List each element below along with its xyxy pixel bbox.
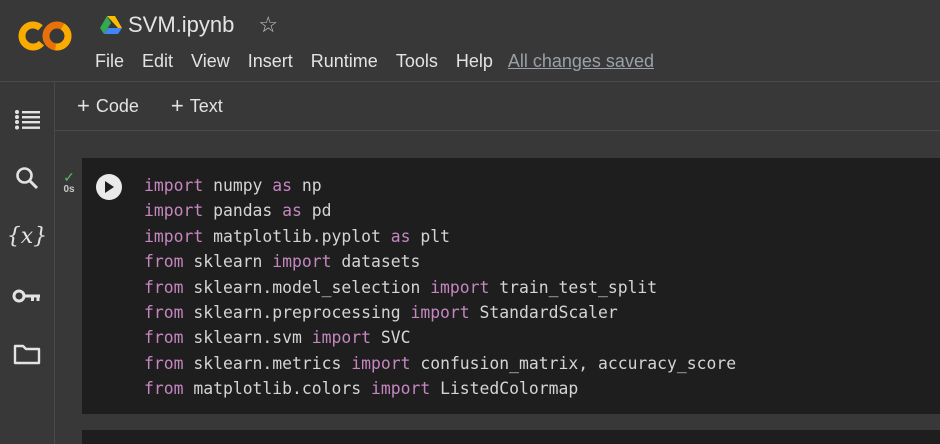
code-line: from sklearn.model_selection import trai… — [144, 275, 736, 300]
menu-view[interactable]: View — [182, 51, 239, 72]
code-token: datasets — [331, 252, 421, 272]
menu-tools[interactable]: Tools — [387, 51, 447, 72]
code-token: pd — [301, 201, 332, 221]
menu-help[interactable]: Help — [447, 51, 502, 72]
add-code-button[interactable]: + Code — [67, 95, 149, 117]
table-of-contents-icon[interactable] — [0, 100, 54, 140]
colab-logo-icon[interactable] — [16, 16, 76, 56]
plus-icon: + — [170, 93, 184, 118]
code-token: plt — [410, 226, 450, 246]
menu-insert[interactable]: Insert — [239, 51, 302, 72]
code-keyword: from — [144, 302, 184, 322]
run-cell-button[interactable] — [96, 174, 122, 200]
code-token: np — [292, 176, 322, 195]
code-token: sklearn.preprocessing — [183, 302, 411, 322]
code-line: import matplotlib.pyplot as plt — [144, 224, 736, 249]
code-keyword: from — [144, 252, 184, 272]
code-keyword: import — [311, 328, 371, 348]
code-token: numpy — [203, 176, 273, 195]
variables-icon[interactable]: {x} — [0, 216, 54, 256]
code-token: pandas — [203, 201, 283, 221]
code-token: train_test_split — [489, 277, 658, 297]
code-token: matplotlib.pyplot — [203, 226, 391, 246]
star-icon[interactable]: ☆ — [258, 12, 278, 38]
code-keyword: import — [144, 226, 204, 246]
notebook-toolbar: + Code + Text — [55, 82, 940, 130]
google-drive-icon — [100, 15, 122, 35]
menu-runtime[interactable]: Runtime — [302, 51, 387, 72]
code-keyword: import — [410, 302, 470, 322]
header-bar: SVM.ipynb ☆ File Edit View Insert Runtim… — [0, 0, 940, 82]
code-keyword: as — [282, 201, 302, 221]
code-keyword: import — [370, 379, 431, 399]
play-icon — [105, 181, 114, 193]
add-text-label: Text — [189, 95, 223, 116]
title-row: SVM.ipynb ☆ — [100, 8, 278, 42]
code-token: StandardScaler — [469, 302, 618, 322]
execution-time: 0s — [63, 184, 75, 195]
next-code-cell[interactable] — [82, 430, 940, 444]
document-title[interactable]: SVM.ipynb — [128, 12, 234, 38]
code-line: from sklearn.svm import SVC — [144, 325, 736, 350]
code-keyword: import — [430, 277, 490, 297]
code-token: sklearn — [183, 252, 273, 272]
menu-bar: File Edit View Insert Runtime Tools Help… — [86, 48, 654, 74]
code-keyword: import — [272, 252, 332, 272]
code-editor[interactable]: import numpy as np import pandas as pd imp… — [144, 173, 736, 402]
code-line: from sklearn.preprocessing import Standa… — [144, 300, 736, 325]
code-line: import numpy as np — [144, 173, 736, 198]
code-keyword: as — [390, 226, 411, 246]
code-keyword: as — [272, 176, 293, 195]
code-keyword: import — [144, 176, 204, 195]
code-token: sklearn.model_selection — [183, 277, 431, 297]
toolbar-divider — [55, 130, 940, 131]
search-icon[interactable] — [0, 158, 54, 198]
code-keyword: import — [144, 201, 204, 221]
code-keyword: from — [144, 379, 184, 399]
code-keyword: from — [144, 353, 184, 373]
code-keyword: import — [351, 353, 411, 373]
code-line: import pandas as pd — [144, 198, 736, 223]
add-code-label: Code — [95, 95, 139, 116]
code-line: from matplotlib.colors import ListedColo… — [144, 376, 736, 401]
code-token: ListedColormap — [430, 379, 579, 399]
menu-edit[interactable]: Edit — [133, 51, 182, 72]
code-line: from sklearn import datasets — [144, 249, 736, 274]
code-keyword: from — [144, 328, 184, 348]
code-token: sklearn.svm — [183, 328, 312, 348]
plus-icon: + — [77, 93, 90, 118]
key-icon[interactable] — [0, 276, 54, 316]
code-token: confusion_matrix, accuracy_score — [410, 353, 737, 373]
code-token: SVC — [371, 328, 411, 348]
check-icon: ✓ — [63, 169, 75, 185]
save-status-link[interactable]: All changes saved — [508, 51, 654, 72]
code-token: sklearn.metrics — [183, 353, 352, 373]
code-token: matplotlib.colors — [183, 379, 371, 399]
add-text-button[interactable]: + Text — [161, 95, 233, 117]
menu-file[interactable]: File — [86, 51, 133, 72]
code-line: from sklearn.metrics import confusion_ma… — [144, 351, 736, 376]
execution-status: ✓ 0s — [58, 170, 80, 195]
left-sidebar: {x} — [0, 82, 55, 444]
code-keyword: from — [144, 277, 184, 297]
folder-icon[interactable] — [0, 334, 54, 374]
